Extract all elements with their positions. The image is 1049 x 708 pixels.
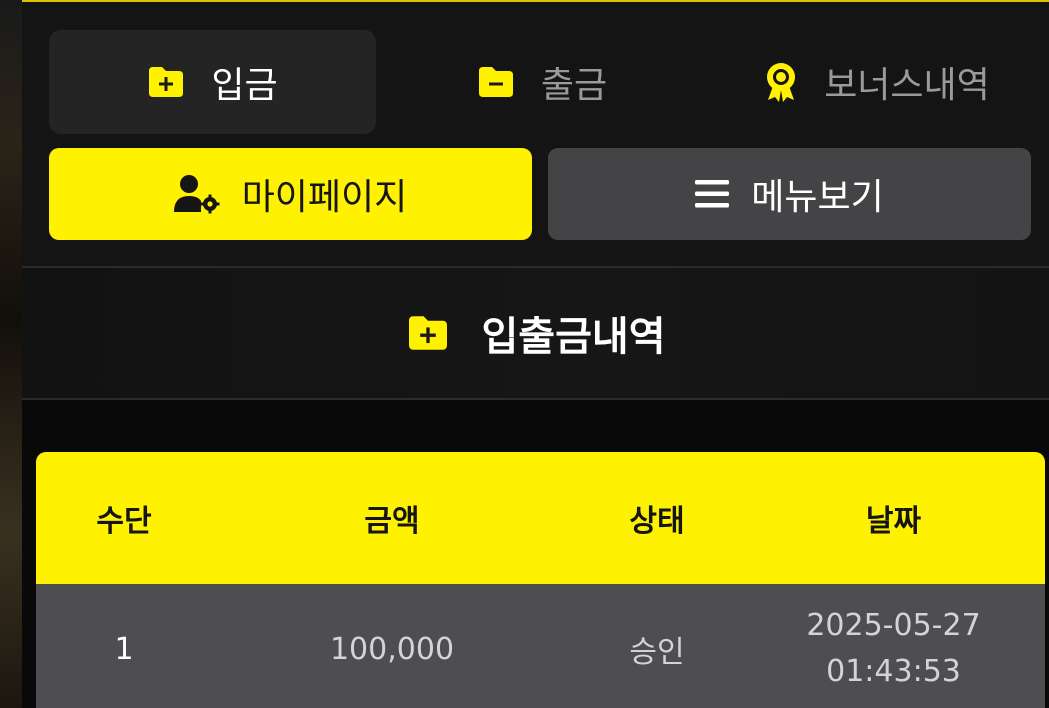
section-header: 입출금내역 xyxy=(22,268,1049,398)
hamburger-icon xyxy=(695,179,730,209)
tab-bonus[interactable]: 보너스내역 xyxy=(712,30,1042,134)
mypage-label: 마이페이지 xyxy=(241,177,408,218)
cell-date-time: 01:43:53 xyxy=(826,654,961,689)
page: 입금 출금 보너스내역 마이페이지 메뉴보기 입출금내역 수단 금액 상태 날짜… xyxy=(0,0,1049,708)
table-header: 수단 금액 상태 날짜 xyxy=(36,452,1045,584)
header-date: 날짜 xyxy=(865,504,922,539)
header-status: 상태 xyxy=(629,504,685,539)
menu-button[interactable]: 메뉴보기 xyxy=(548,148,1031,240)
page-title: 입출금내역 xyxy=(481,314,666,360)
folder-plus-icon xyxy=(147,65,185,99)
cell-status: 승인 xyxy=(629,635,685,670)
tab-withdraw-label: 출금 xyxy=(540,65,608,106)
folder-plus-icon xyxy=(406,314,450,352)
header-method: 수단 xyxy=(96,504,152,539)
tab-deposit[interactable]: 입금 xyxy=(49,30,376,134)
menu-label: 메뉴보기 xyxy=(751,177,884,218)
award-badge-icon xyxy=(764,62,798,102)
cell-date: 2025-05-27 01:43:53 xyxy=(742,584,1045,708)
table-row: 1 100,000 승인 2025-05-27 01:43:53 xyxy=(36,584,1045,708)
folder-minus-icon xyxy=(477,65,515,99)
tab-withdraw[interactable]: 출금 xyxy=(382,30,702,134)
mypage-button[interactable]: 마이페이지 xyxy=(49,148,532,240)
transaction-table: 수단 금액 상태 날짜 1 100,000 승인 2025-05-27 01:4… xyxy=(36,452,1045,708)
background-image-edge xyxy=(0,0,22,708)
header-amount: 금액 xyxy=(364,504,420,539)
cell-date-day: 2025-05-27 xyxy=(806,608,981,643)
tab-bonus-label: 보너스내역 xyxy=(824,65,990,106)
tab-deposit-label: 입금 xyxy=(211,65,278,106)
cell-method: 1 xyxy=(114,631,134,667)
account-panel: 입금 출금 보너스내역 마이페이지 메뉴보기 입출금내역 수단 금액 상태 날짜… xyxy=(22,0,1049,708)
user-gear-icon xyxy=(173,174,220,214)
cell-amount: 100,000 xyxy=(329,631,455,667)
